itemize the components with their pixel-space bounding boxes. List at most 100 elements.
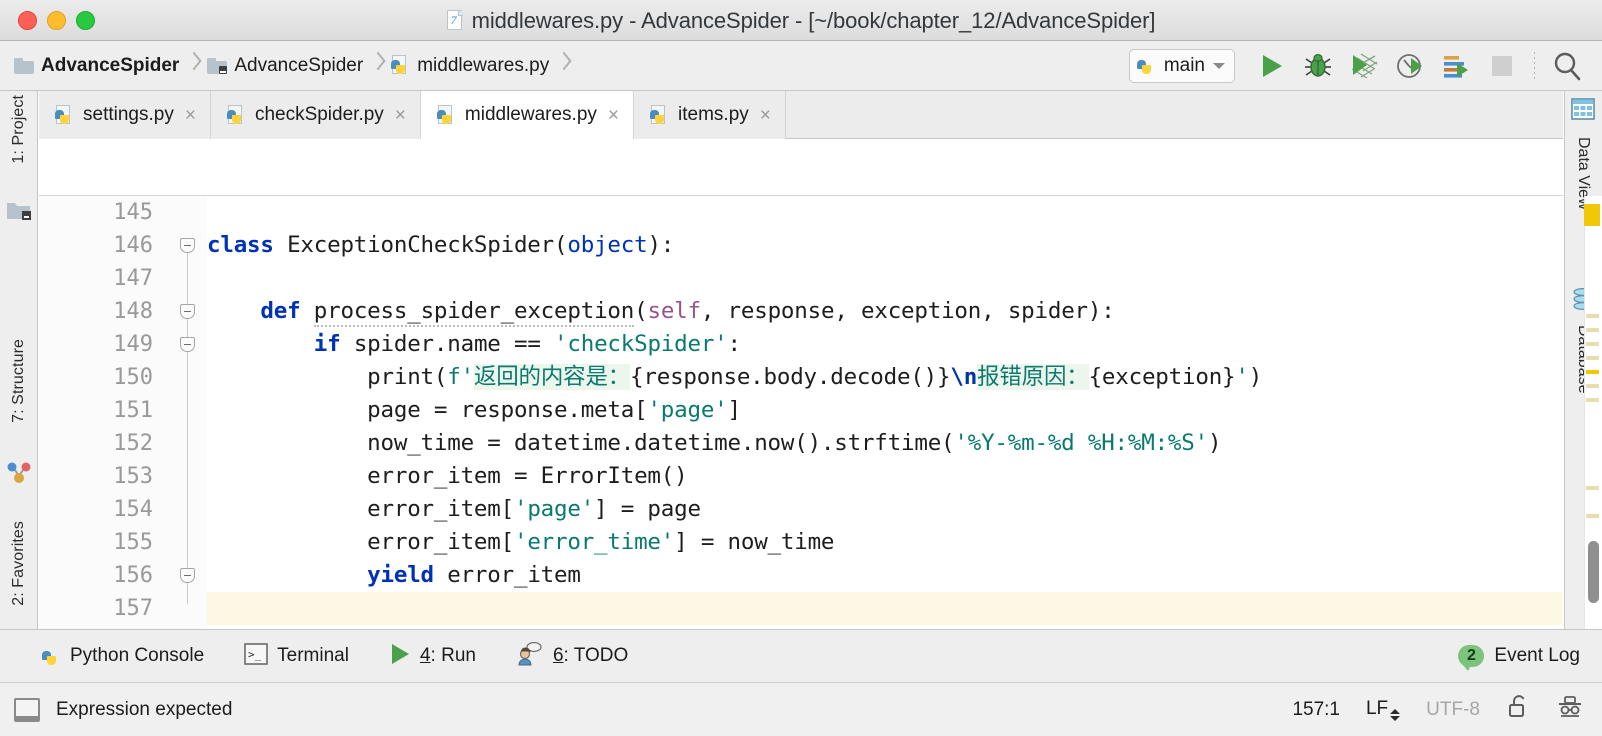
encoding-selector[interactable]: UTF-8 (1426, 699, 1480, 721)
chevron-down-icon[interactable] (1213, 63, 1225, 69)
document-icon (14, 698, 40, 722)
code-editor[interactable]: 145 146 147 148 149 150 151 152 153 154 … (39, 196, 1563, 629)
minimize-button[interactable] (47, 11, 66, 30)
code-line[interactable]: class ExceptionCheckSpider(object): (207, 229, 1563, 262)
run-toolbar: main (1129, 46, 1602, 86)
python-file-icon (437, 105, 456, 126)
python-file-icon (227, 105, 246, 126)
code-line[interactable] (207, 262, 1563, 295)
unlocked-padlock-icon[interactable] (1506, 694, 1530, 725)
caret-position[interactable]: 157:1 (1292, 699, 1340, 721)
breadcrumb-label: AdvanceSpider (234, 55, 363, 77)
run-configuration-selector[interactable]: main (1129, 49, 1235, 83)
breadcrumb-item-file[interactable]: middlewares.py (391, 55, 553, 77)
tool-window-run[interactable]: 4: Run (369, 630, 496, 683)
code-line[interactable]: def process_spider_exception(self, respo… (207, 295, 1563, 328)
python-file-icon (55, 105, 74, 126)
code-line[interactable]: error_item = ErrorItem() (207, 460, 1563, 493)
window-title: middlewares.py - AdvanceSpider - [~/book… (472, 8, 1156, 34)
fold-toggle-if[interactable] (180, 337, 195, 352)
warning-stripe-marker[interactable] (1586, 384, 1599, 388)
close-icon[interactable]: × (760, 106, 771, 125)
code-line[interactable]: yield error_item (207, 559, 1563, 592)
tab-label: middlewares.py (465, 104, 597, 126)
tool-window-todo[interactable]: 6: TODO (496, 630, 648, 683)
status-bar: Expression expected 157:1 LF UTF-8 (0, 682, 1602, 736)
code-folding-gutter[interactable] (169, 196, 207, 629)
editor-scrollbar[interactable] (1584, 196, 1602, 629)
breadcrumb-item-project[interactable]: AdvanceSpider (14, 55, 183, 77)
line-number: 154 (113, 493, 153, 526)
tab-items-py[interactable]: items.py × (634, 91, 786, 139)
close-icon[interactable]: × (185, 106, 196, 125)
code-line[interactable]: print(f'返回的内容是：{response.body.decode()}\… (207, 361, 1563, 394)
warning-stripe-marker[interactable] (1584, 204, 1600, 226)
close-button[interactable] (18, 11, 37, 30)
zoom-button[interactable] (76, 11, 95, 30)
stop-button[interactable] (1479, 46, 1525, 86)
code-line[interactable]: now_time = datetime.datetime.now().strft… (207, 427, 1563, 460)
tool-window-label: Terminal (277, 645, 349, 667)
structure-nodes-icon (0, 461, 38, 485)
line-number: 147 (113, 262, 153, 295)
code-text-area[interactable]: class ExceptionCheckSpider(object): def … (207, 196, 1563, 629)
fold-toggle-method[interactable] (180, 304, 195, 319)
breadcrumb-label: AdvanceSpider (41, 55, 179, 77)
scrollbar-thumb[interactable] (1588, 541, 1599, 603)
fold-toggle-class[interactable] (180, 238, 195, 253)
warning-stripe-marker[interactable] (1586, 328, 1599, 332)
sidebar-item-project[interactable]: 1: Project (0, 95, 38, 164)
code-line-current[interactable] (207, 592, 1563, 625)
fold-toggle-end[interactable] (180, 568, 195, 583)
tab-label: checkSpider.py (255, 104, 384, 126)
run-button[interactable] (1249, 46, 1295, 86)
line-number: 149 (113, 328, 153, 361)
coverage-button[interactable] (1341, 46, 1387, 86)
close-icon[interactable]: × (395, 106, 406, 125)
status-message: Expression expected (56, 699, 232, 721)
code-line[interactable]: error_item['error_time'] = now_time (207, 526, 1563, 559)
updown-arrows-icon (1390, 709, 1400, 721)
warning-stripe-marker[interactable] (1586, 486, 1599, 490)
code-line[interactable]: page = response.meta['page'] (207, 394, 1563, 427)
detective-hat-icon[interactable] (1556, 694, 1584, 725)
tool-window-label: 6: TODO (553, 645, 628, 667)
close-icon[interactable]: × (608, 106, 619, 125)
pycharm-window: 7 middlewares.py - AdvanceSpider - [~/bo… (0, 0, 1602, 736)
window-title-bar: 7 middlewares.py - AdvanceSpider - [~/bo… (0, 0, 1602, 41)
left-tool-strip: 1: Project 7: Structure 2: Favorites (0, 91, 38, 629)
debug-button[interactable] (1295, 46, 1341, 86)
python-icon (1137, 55, 1156, 76)
event-log-button[interactable]: 2 Event Log (1458, 645, 1602, 667)
accel: 4 (420, 645, 431, 666)
fold-region-line (187, 244, 188, 604)
tool-window-terminal[interactable]: >_ Terminal (224, 630, 369, 683)
warning-stripe-marker[interactable] (1586, 314, 1599, 318)
sidebar-item-label: 1: Project (10, 95, 28, 164)
breadcrumb-item-module[interactable]: AdvanceSpider (207, 55, 367, 77)
warning-stripe-marker[interactable] (1586, 370, 1599, 374)
sidebar-item-structure[interactable]: 7: Structure (0, 339, 38, 423)
code-line[interactable]: error_item['page'] = page (207, 493, 1563, 526)
tab-settings-py[interactable]: settings.py × (39, 91, 211, 139)
label-rest: : TODO (564, 645, 629, 666)
sidebar-item-favorites[interactable]: 2: Favorites (0, 521, 38, 606)
warning-stripe-marker[interactable] (1586, 356, 1599, 360)
line-number: 148 (113, 295, 153, 328)
warning-stripe-marker[interactable] (1586, 398, 1599, 402)
tab-middlewares-py[interactable]: middlewares.py × (421, 91, 634, 139)
warning-stripe-marker[interactable] (1586, 342, 1599, 346)
code-line[interactable] (207, 196, 1563, 229)
warning-stripe-marker[interactable] (1586, 514, 1599, 518)
tab-checkspider-py[interactable]: checkSpider.py × (211, 91, 421, 139)
sidebar-item-label: 7: Structure (10, 339, 28, 423)
line-number: 145 (113, 196, 153, 229)
tool-window-python-console[interactable]: Python Console (0, 630, 224, 683)
concurrency-diagram-icon (1441, 52, 1471, 80)
line-separator-selector[interactable]: LF (1366, 698, 1400, 721)
run-configuration-label: main (1164, 55, 1205, 77)
profile-button[interactable] (1387, 46, 1433, 86)
code-line[interactable]: if spider.name == 'checkSpider': (207, 328, 1563, 361)
search-everywhere-button[interactable] (1544, 46, 1590, 86)
concurrency-button[interactable] (1433, 46, 1479, 86)
